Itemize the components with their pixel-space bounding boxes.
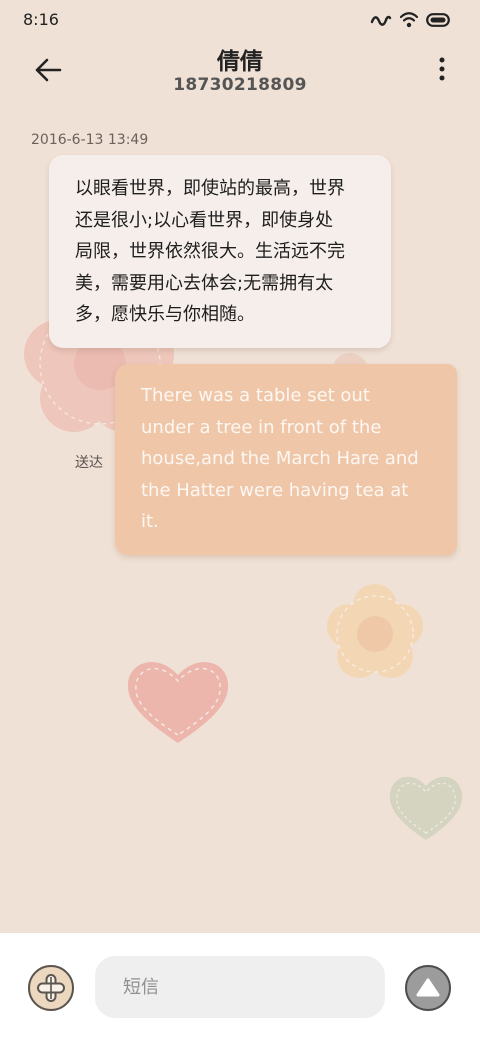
more-vertical-icon bbox=[439, 57, 445, 81]
message-line: 局限，世界依然很大。生活远不完 bbox=[75, 241, 345, 262]
more-options-button[interactable] bbox=[432, 54, 452, 84]
status-icons bbox=[370, 10, 452, 30]
message-line: 以眼看世界，即使站的最高，世界 bbox=[75, 178, 345, 199]
message-line: There was a table set out bbox=[141, 385, 370, 406]
delivery-status: 送达 bbox=[75, 455, 103, 471]
contact-number: 18730218809 bbox=[173, 75, 307, 95]
send-icon bbox=[416, 978, 440, 997]
status-time: 8:16 bbox=[23, 10, 59, 29]
message-line: 还是很小;以心看世界，即使身处 bbox=[75, 209, 334, 231]
heart-decoration bbox=[127, 661, 229, 743]
message-line: the Hatter were having tea at bbox=[141, 479, 409, 501]
battery-icon bbox=[426, 13, 450, 27]
send-button[interactable] bbox=[405, 965, 451, 1011]
heart-decoration bbox=[389, 776, 463, 840]
message-line: it. bbox=[141, 511, 159, 532]
contact-name: 倩倩 bbox=[217, 49, 263, 75]
incoming-message-bubble[interactable]: 以眼看世界，即使站的最高，世界 还是很小;以心看世界，即使身处 局限，世界依然很… bbox=[49, 155, 391, 348]
outgoing-message-bubble[interactable]: There was a table set out under a tree i… bbox=[115, 364, 457, 555]
conversation-header: 倩倩 18730218809 bbox=[0, 40, 480, 104]
message-line: house,and the March Hare and bbox=[141, 448, 419, 469]
wifi-icon bbox=[400, 12, 418, 28]
message-line: 美，需要用心去体会;无需拥有太 bbox=[75, 272, 334, 294]
message-line: 多，愿快乐与你相随。 bbox=[75, 304, 255, 325]
attach-button[interactable] bbox=[28, 965, 74, 1011]
status-bar: 8:16 bbox=[0, 0, 480, 40]
message-input[interactable] bbox=[95, 956, 385, 1018]
signal-icon bbox=[370, 15, 392, 26]
attach-plus-icon bbox=[37, 974, 65, 1002]
message-timestamp: 2016-6-13 13:49 bbox=[31, 132, 149, 148]
message-line: under a tree in front of the bbox=[141, 416, 382, 438]
flower-decoration bbox=[327, 584, 423, 678]
message-composer bbox=[0, 933, 480, 1040]
